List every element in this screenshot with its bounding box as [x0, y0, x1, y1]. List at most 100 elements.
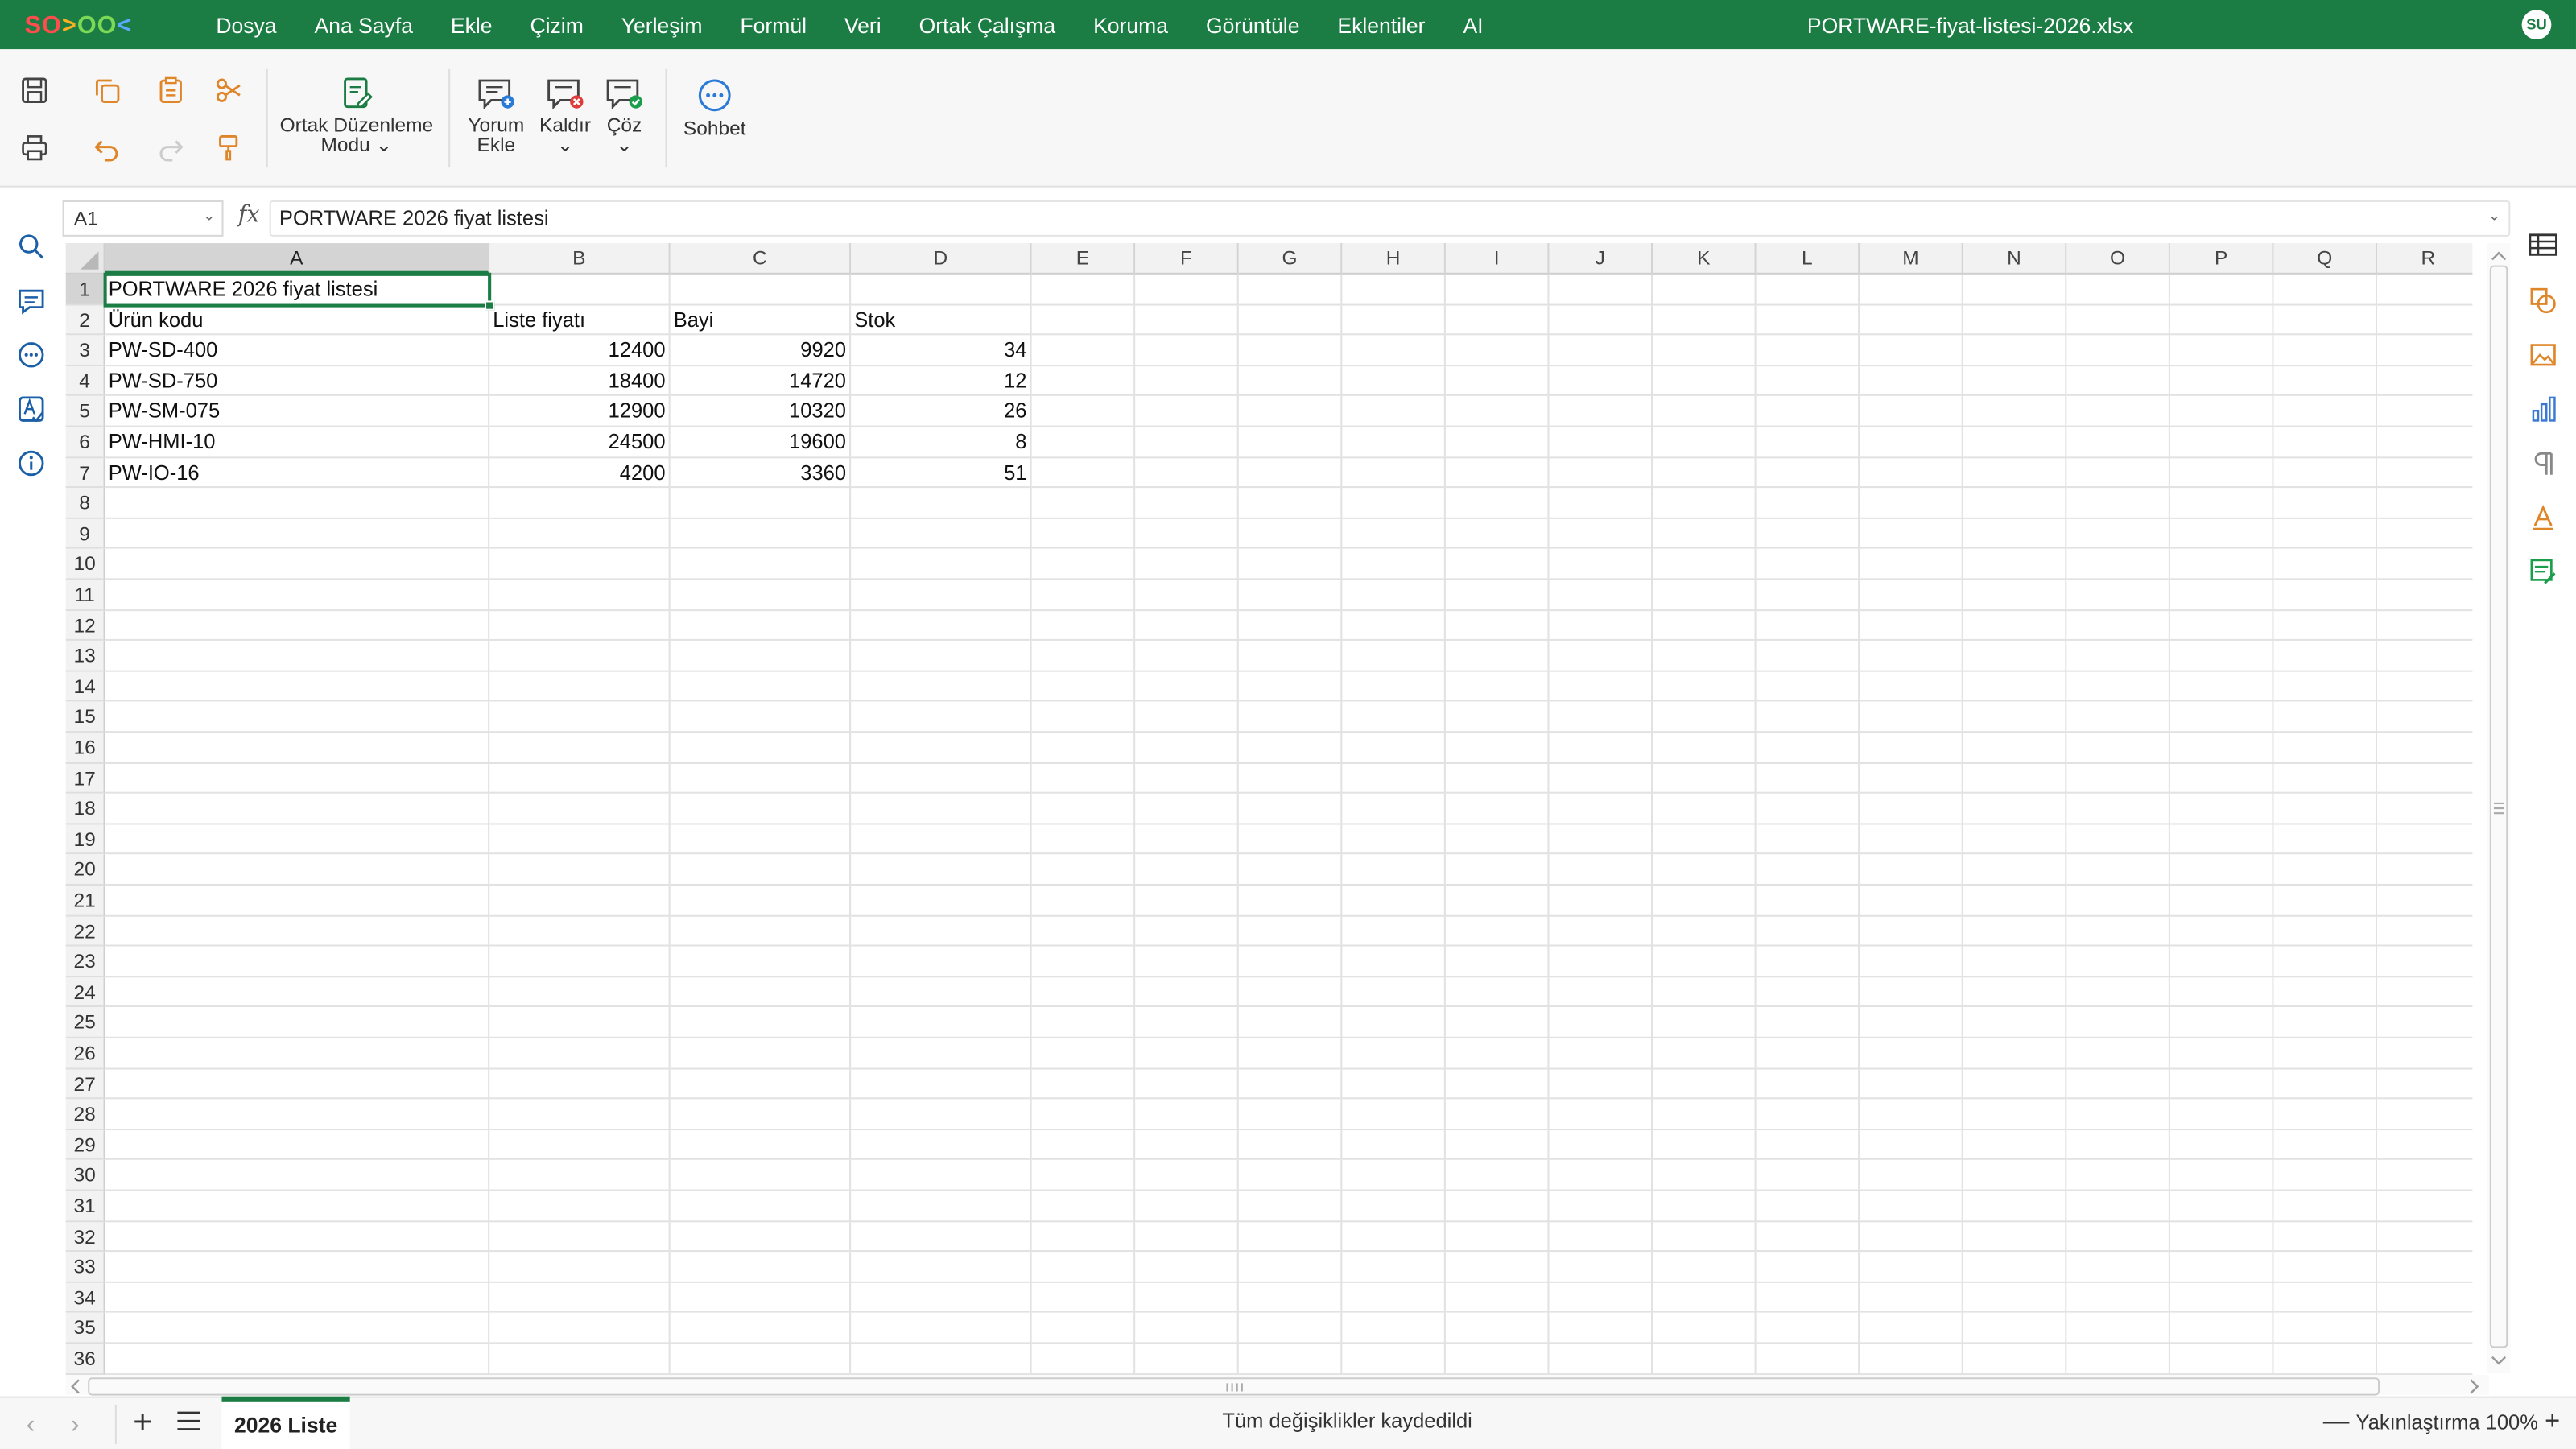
cell-c8[interactable]: [670, 488, 852, 519]
cell-b4[interactable]: 18400: [489, 365, 671, 397]
cell-d8[interactable]: [851, 488, 1032, 519]
cell-d20[interactable]: [851, 855, 1032, 886]
cell-o6[interactable]: [2066, 427, 2170, 458]
cell-i35[interactable]: [1445, 1313, 1550, 1344]
column-header-r[interactable]: R: [2377, 243, 2473, 275]
cell-r8[interactable]: [2377, 489, 2473, 519]
cell-o22[interactable]: [2066, 915, 2170, 947]
cell-l24[interactable]: [1756, 976, 1860, 1008]
cell-p34[interactable]: [2169, 1282, 2274, 1314]
cell-k34[interactable]: [1653, 1282, 1757, 1314]
cell-o35[interactable]: [2066, 1313, 2170, 1344]
cell-k29[interactable]: [1653, 1129, 1757, 1161]
cell-c17[interactable]: [670, 763, 852, 795]
cell-r5[interactable]: [2377, 397, 2473, 427]
cell-p10[interactable]: [2169, 549, 2274, 580]
cell-d1[interactable]: [851, 274, 1032, 305]
cell-e34[interactable]: [1031, 1282, 1136, 1314]
cell-f10[interactable]: [1135, 549, 1239, 580]
cell-n16[interactable]: [1963, 733, 2067, 764]
cell-e17[interactable]: [1031, 763, 1136, 795]
cell-d15[interactable]: [851, 702, 1032, 733]
cell-d10[interactable]: [851, 549, 1032, 580]
menu-koruma[interactable]: Koruma: [1075, 12, 1187, 37]
menu-yerlesim[interactable]: Yerleşim: [602, 12, 721, 37]
cell-q24[interactable]: [2273, 976, 2378, 1008]
cell-r2[interactable]: [2377, 305, 2473, 336]
cell-g26[interactable]: [1238, 1038, 1343, 1069]
cell-p13[interactable]: [2169, 641, 2274, 672]
zoom-out-icon[interactable]: —: [2323, 1408, 2350, 1438]
cell-d18[interactable]: [851, 794, 1032, 825]
cell-o5[interactable]: [2066, 396, 2170, 427]
cell-e23[interactable]: [1031, 946, 1136, 977]
cell-r1[interactable]: [2377, 275, 2473, 305]
menu-eklentiler[interactable]: Eklentiler: [1319, 12, 1444, 37]
cell-d22[interactable]: [851, 915, 1032, 947]
menu-cizim[interactable]: Çizim: [511, 12, 602, 37]
cell-d31[interactable]: [851, 1191, 1032, 1222]
cell-n26[interactable]: [1963, 1038, 2067, 1069]
cell-n23[interactable]: [1963, 946, 2067, 977]
cell-q8[interactable]: [2273, 488, 2378, 519]
cell-i17[interactable]: [1445, 763, 1550, 795]
cell-h10[interactable]: [1342, 549, 1446, 580]
cell-e15[interactable]: [1031, 702, 1136, 733]
cell-i25[interactable]: [1445, 1007, 1550, 1038]
cell-j33[interactable]: [1549, 1252, 1653, 1283]
cell-o29[interactable]: [2066, 1129, 2170, 1161]
cell-j27[interactable]: [1549, 1068, 1653, 1100]
save-icon[interactable]: [16, 72, 52, 109]
cell-j29[interactable]: [1549, 1129, 1653, 1161]
cell-j2[interactable]: [1549, 304, 1653, 336]
cell-h33[interactable]: [1342, 1252, 1446, 1283]
cell-n12[interactable]: [1963, 610, 2067, 642]
cell-r36[interactable]: [2377, 1344, 2473, 1375]
cell-o27[interactable]: [2066, 1068, 2170, 1100]
cell-a3[interactable]: PW-SD-400: [105, 335, 490, 366]
cell-c10[interactable]: [670, 549, 852, 580]
cell-r33[interactable]: [2377, 1252, 2473, 1283]
cell-i14[interactable]: [1445, 671, 1550, 703]
cell-e10[interactable]: [1031, 549, 1136, 580]
cell-l8[interactable]: [1756, 488, 1860, 519]
cell-e31[interactable]: [1031, 1191, 1136, 1222]
cell-p33[interactable]: [2169, 1252, 2274, 1283]
cell-g2[interactable]: [1238, 304, 1343, 336]
cell-l7[interactable]: [1756, 457, 1860, 489]
cell-a9[interactable]: [105, 518, 490, 550]
cell-l1[interactable]: [1756, 274, 1860, 305]
select-all-corner[interactable]: [65, 243, 105, 275]
cell-o4[interactable]: [2066, 365, 2170, 397]
menu-veri[interactable]: Veri: [825, 12, 900, 37]
row-header[interactable]: 17: [65, 763, 105, 795]
cell-c6[interactable]: 19600: [670, 427, 852, 458]
cell-j21[interactable]: [1549, 885, 1653, 916]
cell-h1[interactable]: [1342, 274, 1446, 305]
cell-m2[interactable]: [1860, 304, 1963, 336]
cell-i27[interactable]: [1445, 1068, 1550, 1100]
cell-a22[interactable]: [105, 915, 490, 947]
cell-e18[interactable]: [1031, 794, 1136, 825]
cell-i19[interactable]: [1445, 824, 1550, 856]
cell-e26[interactable]: [1031, 1038, 1136, 1069]
cell-k10[interactable]: [1653, 549, 1757, 580]
cell-o3[interactable]: [2066, 335, 2170, 366]
cell-n21[interactable]: [1963, 885, 2067, 916]
cell-d36[interactable]: [851, 1344, 1032, 1375]
cell-a35[interactable]: [105, 1313, 490, 1344]
row-header[interactable]: 13: [65, 641, 105, 672]
cell-d2[interactable]: Stok: [851, 304, 1032, 336]
cell-c30[interactable]: [670, 1160, 852, 1191]
cell-b3[interactable]: 12400: [489, 335, 671, 366]
cell-f18[interactable]: [1135, 794, 1239, 825]
cell-o15[interactable]: [2066, 702, 2170, 733]
cell-m13[interactable]: [1860, 641, 1963, 672]
cell-h34[interactable]: [1342, 1282, 1446, 1314]
cell-e19[interactable]: [1031, 824, 1136, 856]
cell-e11[interactable]: [1031, 580, 1136, 611]
cell-b1[interactable]: [489, 274, 671, 305]
cell-j36[interactable]: [1549, 1344, 1653, 1375]
cell-a11[interactable]: [105, 580, 490, 611]
cell-f6[interactable]: [1135, 427, 1239, 458]
